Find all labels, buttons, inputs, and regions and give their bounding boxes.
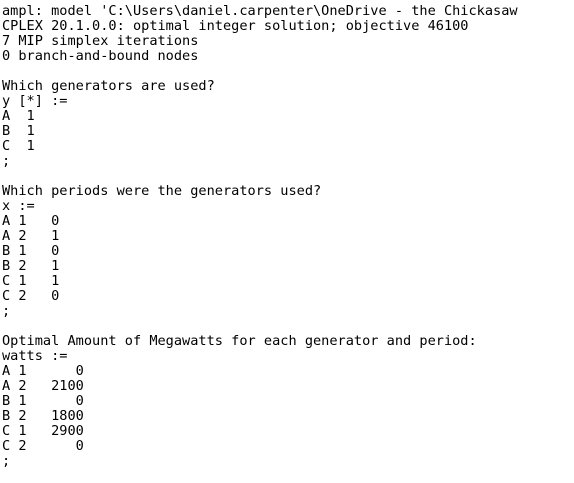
console-line: C 2 0 xyxy=(2,438,84,454)
console-line: ; xyxy=(2,153,11,169)
console-line: Optimal Amount of Megawatts for each gen… xyxy=(2,333,477,349)
console-line: B 2 1800 xyxy=(2,408,84,424)
console-line: C 1 xyxy=(2,138,35,154)
console-line: ; xyxy=(2,303,11,319)
console-line: B 1 xyxy=(2,123,35,139)
ampl-console-output[interactable]: ampl: model 'C:\Users\daniel.carpenter\O… xyxy=(0,0,574,483)
console-line: C 1 1 xyxy=(2,273,60,289)
console-line: 7 MIP simplex iterations xyxy=(2,33,199,49)
console-line: A 1 0 xyxy=(2,213,60,229)
console-line: A 2 1 xyxy=(2,228,60,244)
console-line: y [*] := xyxy=(2,93,68,109)
console-line: ; xyxy=(2,453,11,469)
console-line: B 2 1 xyxy=(2,258,60,274)
console-line: watts := xyxy=(2,348,68,364)
console-line: C 1 2900 xyxy=(2,423,84,439)
console-line: ampl: model 'C:\Users\daniel.carpenter\O… xyxy=(2,3,518,19)
console-line: x := xyxy=(2,198,35,214)
console-line: A 2 2100 xyxy=(2,378,84,394)
console-line: C 2 0 xyxy=(2,288,60,304)
console-line: B 1 0 xyxy=(2,243,60,259)
console-line: A 1 xyxy=(2,108,35,124)
console-line: Which generators are used? xyxy=(2,78,215,94)
console-line: 0 branch-and-bound nodes xyxy=(2,48,199,64)
console-line: Which periods were the generators used? xyxy=(2,183,322,199)
console-line: B 1 0 xyxy=(2,393,84,409)
console-line: A 1 0 xyxy=(2,363,84,379)
console-line: CPLEX 20.1.0.0: optimal integer solution… xyxy=(2,18,469,34)
